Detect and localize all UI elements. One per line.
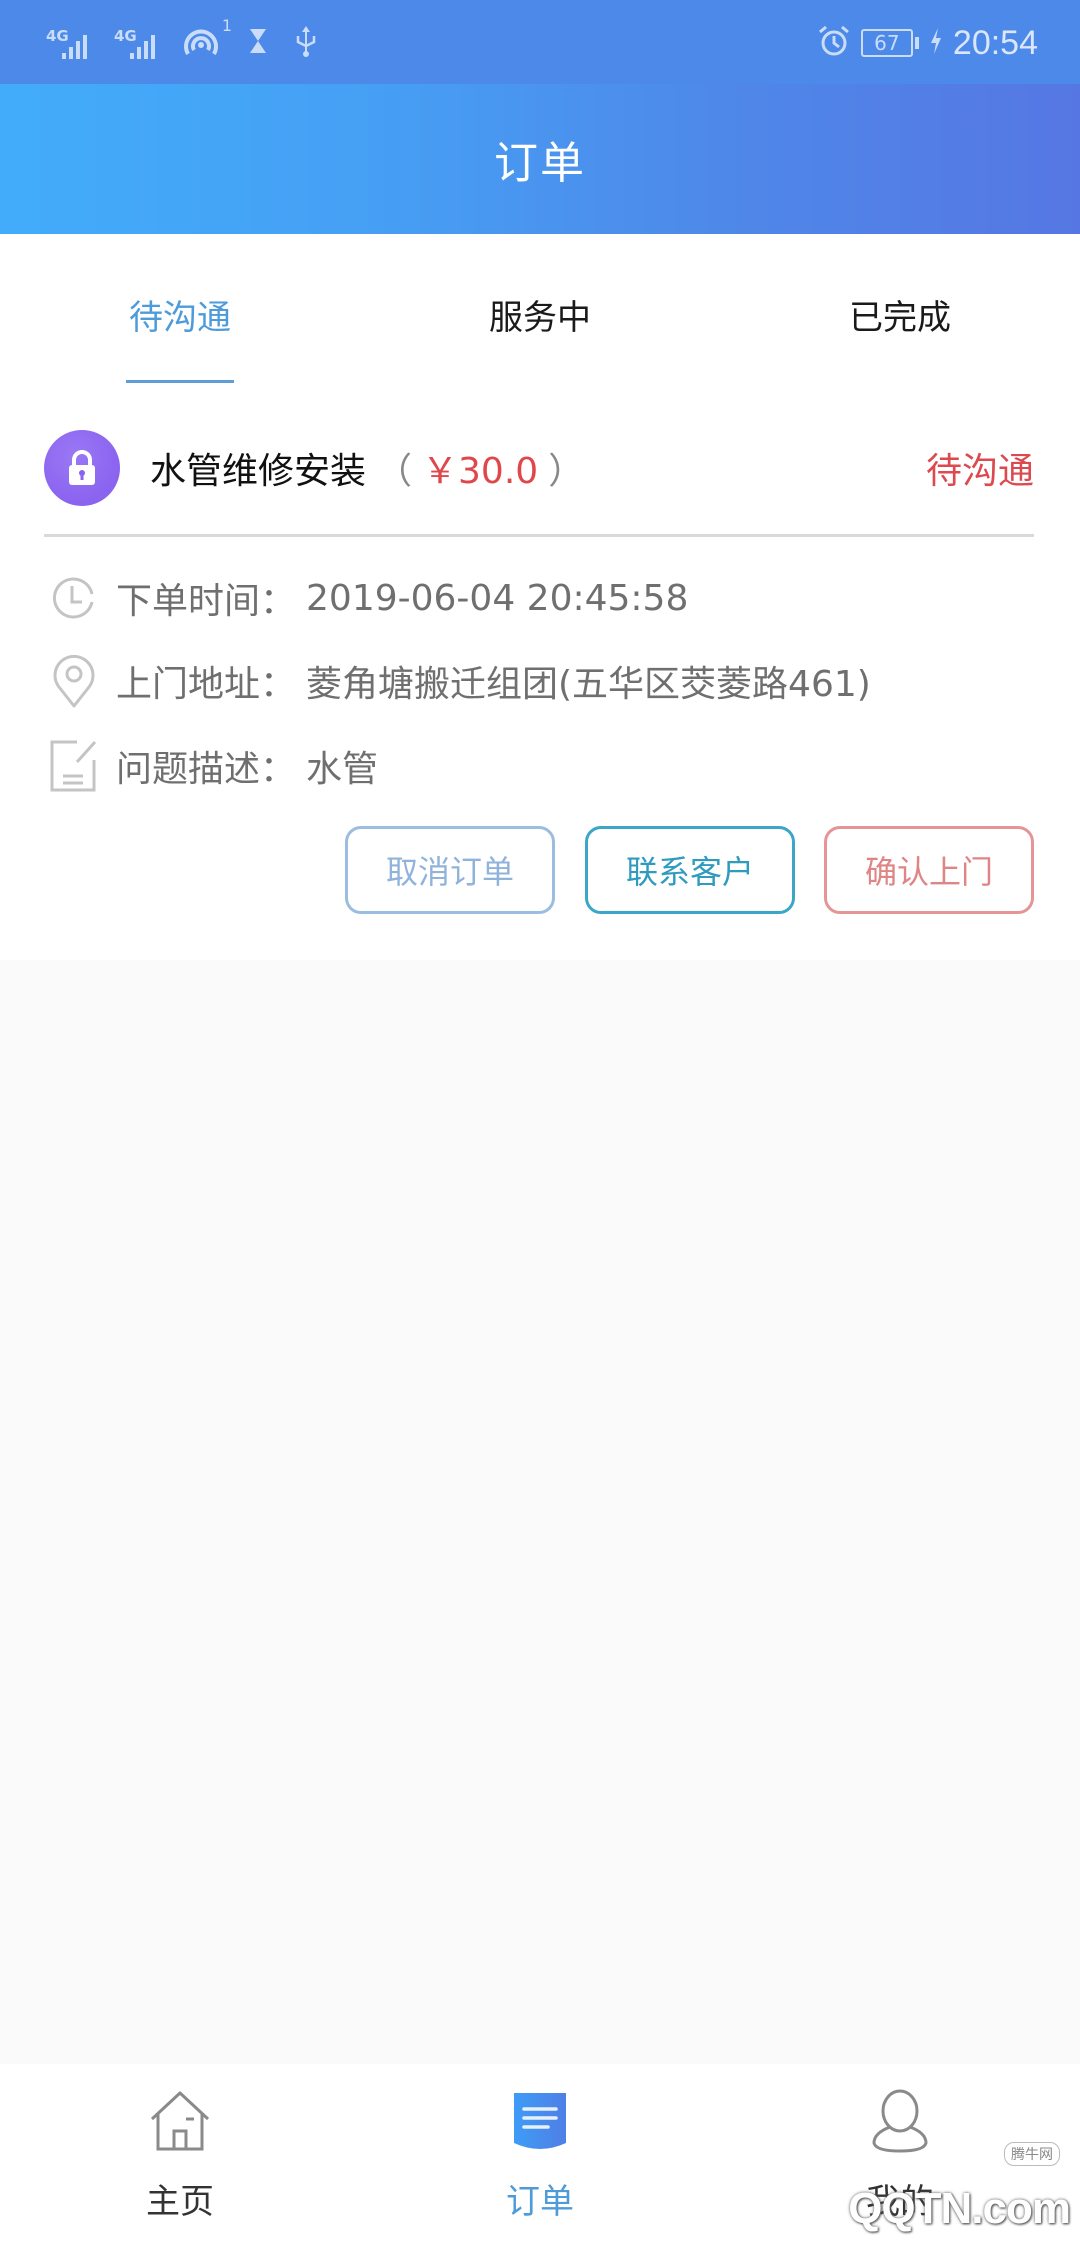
watermark-text: QQTN.com bbox=[848, 2184, 1071, 2233]
tab-label: 待沟通 bbox=[129, 298, 231, 338]
watermark-tag: 腾牛网 bbox=[1004, 2142, 1060, 2166]
hourglass-icon bbox=[248, 27, 268, 59]
status-bar-right: 67 20:54 bbox=[817, 18, 1038, 68]
cancel-order-button[interactable]: 取消订单 bbox=[345, 826, 555, 914]
order-price: ￥30.0 bbox=[422, 451, 539, 492]
confirm-visit-button[interactable]: 确认上门 bbox=[824, 826, 1034, 914]
address-value: 菱角塘搬迁组团(五华区茭菱路461) bbox=[306, 664, 871, 705]
usb-icon bbox=[294, 24, 318, 62]
nav-label: 订单 bbox=[506, 2182, 574, 2222]
service-name: 水管维修安装 bbox=[150, 451, 367, 492]
tab-completed[interactable]: 已完成 bbox=[720, 234, 1080, 390]
bottom-nav: 主页 订单 我的 腾牛网 QQTN.com bbox=[0, 2064, 1080, 2244]
paren-open: （ bbox=[376, 451, 413, 492]
nav-label: 主页 bbox=[146, 2182, 214, 2222]
clock-icon bbox=[48, 570, 100, 626]
status-bar-left: 4G 4G 1 bbox=[46, 16, 318, 68]
active-tab-indicator bbox=[126, 380, 234, 383]
contact-customer-button[interactable]: 联系客户 bbox=[585, 826, 795, 914]
order-card[interactable]: 水管维修安装 （ ￥30.0 ） 待沟通 下单时间： 2019-06-04 20… bbox=[0, 390, 1080, 960]
nav-home[interactable]: 主页 bbox=[0, 2064, 360, 2244]
description-value: 水管 bbox=[306, 749, 379, 790]
tab-pending[interactable]: 待沟通 bbox=[0, 234, 360, 390]
divider bbox=[44, 534, 1034, 537]
app-header: 订单 bbox=[0, 84, 1080, 234]
description-label: 问题描述： bbox=[116, 749, 297, 790]
status-bar: 4G 4G 1 67 20:54 bbox=[0, 0, 1080, 84]
tab-in-service[interactable]: 服务中 bbox=[360, 234, 720, 390]
description-row: 问题描述： 水管 bbox=[48, 736, 378, 796]
order-card-header: 水管维修安装 （ ￥30.0 ） 待沟通 bbox=[44, 428, 1034, 508]
status-badge: 待沟通 bbox=[925, 451, 1034, 492]
alarm-icon bbox=[817, 24, 851, 62]
edit-note-icon bbox=[48, 738, 100, 794]
order-time-row: 下单时间： 2019-06-04 20:45:58 bbox=[48, 568, 688, 628]
charging-icon bbox=[929, 27, 943, 59]
clock: 20:54 bbox=[952, 23, 1038, 62]
paren-close: ） bbox=[548, 451, 585, 492]
battery-level: 67 bbox=[874, 31, 900, 55]
order-icon bbox=[505, 2086, 575, 2156]
page-title: 订单 bbox=[494, 138, 586, 189]
order-time-label: 下单时间： bbox=[116, 581, 297, 622]
address-label: 上门地址： bbox=[116, 664, 297, 705]
signal-icon: 4G bbox=[114, 23, 168, 63]
signal-icon: 4G bbox=[46, 23, 100, 63]
nav-orders[interactable]: 订单 bbox=[360, 2064, 720, 2244]
hotspot-count: 1 bbox=[221, 16, 232, 35]
home-icon bbox=[145, 2086, 215, 2156]
address-row: 上门地址： 菱角塘搬迁组团(五华区茭菱路461) bbox=[48, 651, 871, 711]
watermark: 腾牛网 QQTN.com bbox=[848, 2140, 1074, 2240]
battery-icon: 67 bbox=[860, 29, 919, 57]
tab-label: 已完成 bbox=[849, 298, 951, 338]
order-time-value: 2019-06-04 20:45:58 bbox=[306, 577, 689, 619]
hotspot-icon: 1 bbox=[182, 16, 232, 62]
lock-icon bbox=[44, 430, 120, 506]
order-tabs: 待沟通 服务中 已完成 bbox=[0, 234, 1080, 390]
location-pin-icon bbox=[48, 653, 100, 709]
tab-label: 服务中 bbox=[489, 298, 591, 338]
